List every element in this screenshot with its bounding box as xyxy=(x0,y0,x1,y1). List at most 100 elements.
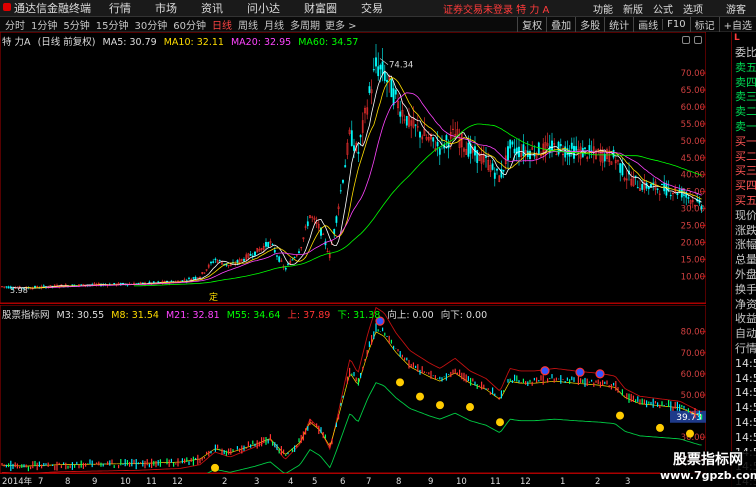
tool-multi-stock-button[interactable]: 多股 xyxy=(575,17,604,32)
candle-body xyxy=(335,216,338,223)
candle-body xyxy=(438,148,441,155)
m3-value: M3: 30.55 xyxy=(56,310,105,321)
period-tab[interactable]: 分时 xyxy=(5,17,25,32)
ma60-value: MA60: 34.57 xyxy=(298,37,359,48)
top-menu-bar: 通达信金融终端 行情 市场 资讯 问小达 财富圈 交易 证券交易未登录 特 力 … xyxy=(0,0,756,17)
candle-body xyxy=(188,277,190,279)
tick-time: 14:5 xyxy=(735,401,756,415)
quote-field-label: 总量 xyxy=(735,253,756,267)
top-right-menu: 功能 新版 公式 选项 游客 xyxy=(588,0,756,17)
menu-market[interactable]: 市场 xyxy=(155,0,177,16)
candle-body xyxy=(432,137,435,142)
menu-quotes[interactable]: 行情 xyxy=(109,0,131,16)
menu-ask[interactable]: 问小达 xyxy=(247,0,280,16)
month-label: 11 xyxy=(146,477,157,487)
period-tab[interactable]: 月线 xyxy=(264,17,284,32)
tool-draw-button[interactable]: 画线 xyxy=(633,17,662,32)
candle-body xyxy=(137,282,140,285)
candle-body xyxy=(42,285,45,287)
candle-body xyxy=(218,259,221,261)
tool-mark-button[interactable]: 标记 xyxy=(689,17,719,32)
price-tick-label: 55.00 xyxy=(681,120,705,130)
candle-body xyxy=(414,124,417,126)
ma5-value: MA5: 30.79 xyxy=(102,37,157,48)
candle-body xyxy=(507,146,509,161)
period-tab[interactable]: 15分钟 xyxy=(96,17,129,32)
period-tab[interactable]: 60分钟 xyxy=(173,17,206,32)
site-watermark: 股票指标网 www.7gpzb.com xyxy=(660,451,756,487)
price-tick-label: 65.00 xyxy=(681,86,705,96)
menu-options[interactable]: 选项 xyxy=(683,1,703,16)
menu-wealth[interactable]: 财富圈 xyxy=(304,0,337,16)
month-label: 2 xyxy=(222,477,227,487)
tool-stats-button[interactable]: 统计 xyxy=(604,17,633,32)
menu-news[interactable]: 资讯 xyxy=(201,0,223,16)
menu-new-version[interactable]: 新版 xyxy=(623,1,643,16)
candle-body xyxy=(372,69,375,71)
m8-value: M8: 31.54 xyxy=(111,310,159,321)
indicator-name[interactable]: 股票指标网 xyxy=(2,310,50,321)
candle-body xyxy=(243,258,245,261)
watermark-title: 股票指标网 xyxy=(673,452,743,468)
close-icon[interactable] xyxy=(694,36,702,44)
indicator-chart-canvas[interactable]: 80.0070.0060.0050.0040.0030.0020.0039.73 xyxy=(0,304,707,487)
candle-body xyxy=(333,229,336,234)
tool-overlay-button[interactable]: 叠加 xyxy=(546,17,575,32)
candle-body xyxy=(533,154,536,157)
period-tab[interactable]: 1分钟 xyxy=(31,17,57,32)
tool-add-favorite-button[interactable]: +自选 xyxy=(718,17,756,32)
more-periods-button[interactable]: 更多 > xyxy=(325,17,357,32)
candle-body xyxy=(194,276,197,279)
candle-body xyxy=(152,281,155,283)
month-label: 11 xyxy=(490,477,501,487)
period-tab[interactable]: 周线 xyxy=(238,17,258,32)
candle-body xyxy=(676,192,679,196)
candle-body xyxy=(157,281,160,283)
kline-chart-canvas[interactable]: 70.0065.0060.0055.0050.0045.0040.0035.00… xyxy=(0,31,707,304)
menu-trade[interactable]: 交易 xyxy=(361,0,383,16)
quote-field-label: 涨跌 xyxy=(735,223,756,237)
maximize-icon[interactable] xyxy=(682,36,690,44)
candle-body xyxy=(445,135,448,141)
month-label: 10 xyxy=(456,477,467,487)
menu-function[interactable]: 功能 xyxy=(593,1,613,16)
candle-body xyxy=(306,221,309,227)
tool-f10-button[interactable]: F10 xyxy=(662,19,689,30)
tool-adjust-button[interactable]: 复权 xyxy=(517,17,546,32)
candle-body xyxy=(502,169,505,172)
price-tick-label: 15.00 xyxy=(681,255,705,265)
period-tab[interactable]: 多周期 xyxy=(290,17,320,32)
kline-chart[interactable]: 70.00 65.00 60.00 55.00 50.00 45.00 40.00 35.00… xyxy=(0,31,707,304)
indicator-legend: 股票指标网 M3: 30.55 M8: 31.54 M21: 32.81 M55… xyxy=(2,307,491,321)
candle-body xyxy=(377,66,380,77)
xiang-xia-value: 向下: 0.00 xyxy=(440,310,488,321)
candle-body xyxy=(284,267,287,270)
candle-body xyxy=(298,251,300,254)
quote-side-panel: L 委比 卖五 卖四 卖三 卖二 卖一 买一 买二 买三 买四 买五 现价 涨跌 涨幅 总量 外盘 换手 净资 收益… xyxy=(731,32,756,487)
indicator-tick-label: 80.00 xyxy=(681,328,705,338)
guest-user[interactable]: 游客 xyxy=(726,1,746,16)
quote-field-label: 净资 xyxy=(735,297,756,311)
month-label: 7 xyxy=(366,477,371,487)
quote-field-label: 现价 xyxy=(735,208,756,222)
indicator-chart[interactable]: 80.0070.0060.0050.0040.0030.0020.0039.73… xyxy=(0,304,707,487)
login-warning[interactable]: 证券交易未登录 特 力 A xyxy=(443,1,549,16)
xiang-shang-value: 向上: 0.00 xyxy=(387,310,434,321)
candle-body xyxy=(214,258,217,261)
buy-signal-icon xyxy=(540,366,550,376)
candle-body xyxy=(210,261,212,264)
month-label: 10 xyxy=(120,477,131,487)
quote-field-label: 涨幅 xyxy=(735,238,756,252)
period-tab[interactable]: 5分钟 xyxy=(63,17,89,32)
candle-body xyxy=(276,255,278,257)
pane-divider[interactable] xyxy=(0,303,706,304)
period-tab[interactable]: 日线 xyxy=(212,17,232,32)
tick-time: 14:5 xyxy=(735,356,756,370)
month-label: 7 xyxy=(38,477,43,487)
candle-body xyxy=(621,163,624,176)
month-label: 12 xyxy=(520,477,531,487)
m21-value: M21: 32.81 xyxy=(165,310,220,321)
candle-body xyxy=(619,163,622,173)
menu-formula[interactable]: 公式 xyxy=(653,1,673,16)
period-tab[interactable]: 30分钟 xyxy=(134,17,167,32)
